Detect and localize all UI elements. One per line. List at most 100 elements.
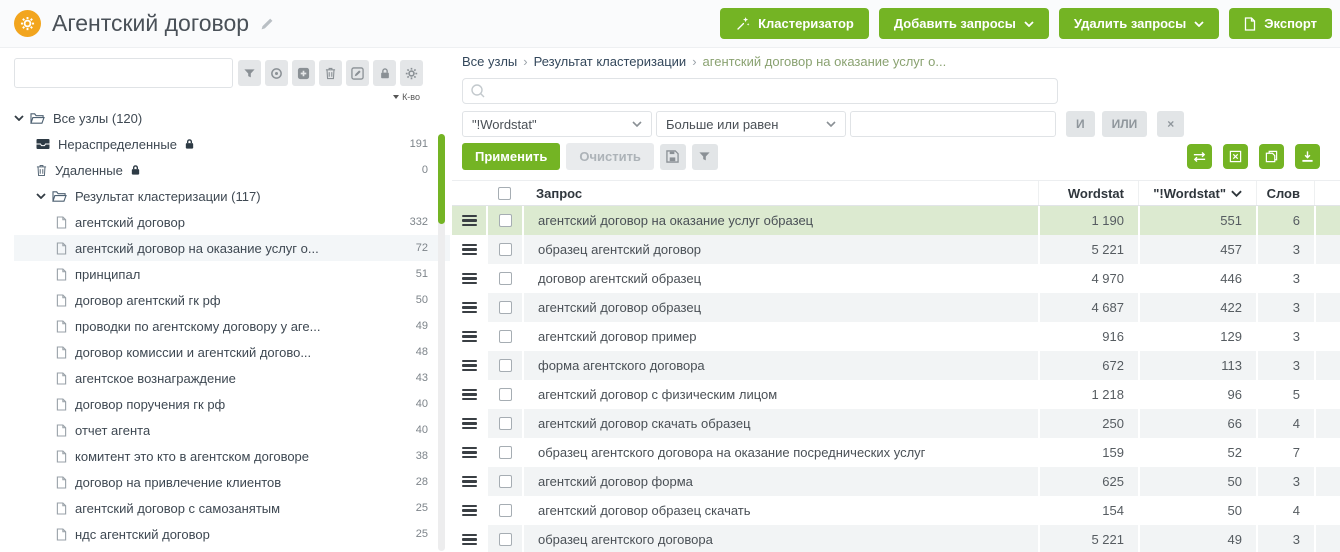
tree-scrollbar-thumb[interactable] xyxy=(438,134,445,224)
apply-button[interactable]: Применить xyxy=(462,143,560,170)
tree-item-count: 191 xyxy=(410,138,428,150)
save-filter-button[interactable] xyxy=(660,144,686,170)
row-checkbox[interactable] xyxy=(499,359,512,372)
drag-handle-icon[interactable] xyxy=(462,476,477,488)
drag-handle-icon[interactable] xyxy=(462,302,477,314)
add-queries-button[interactable]: Добавить запросы xyxy=(879,8,1049,39)
row-checkbox[interactable] xyxy=(499,214,512,227)
drag-handle-icon[interactable] xyxy=(462,389,477,401)
query-row[interactable]: договор агентский образец4 9704463 xyxy=(452,264,1340,293)
caret-down-icon[interactable] xyxy=(14,115,24,121)
file-icon xyxy=(56,242,67,255)
remove-condition-button[interactable]: × xyxy=(1157,111,1184,137)
delete-queries-button[interactable]: Удалить запросы xyxy=(1059,8,1219,39)
tree-item[interactable]: комитент это кто в агентском договоре38 xyxy=(14,443,450,469)
export-button[interactable]: Экспорт xyxy=(1229,8,1332,39)
tree-item[interactable]: Все узлы (120) xyxy=(14,105,450,131)
tree-target-button[interactable] xyxy=(265,60,288,86)
or-condition-button[interactable]: ИЛИ xyxy=(1102,111,1148,137)
wordstat-cell: 5 221 xyxy=(1038,525,1138,552)
column-header-not-wordstat[interactable]: "!Wordstat" xyxy=(1138,181,1256,205)
move-queries-button[interactable] xyxy=(1187,144,1212,169)
row-checkbox[interactable] xyxy=(499,388,512,401)
select-all-checkbox[interactable] xyxy=(498,187,511,200)
query-row[interactable]: агентский договор пример9161293 xyxy=(452,322,1340,351)
row-checkbox[interactable] xyxy=(499,301,512,314)
tree-sort-control[interactable]: К-во xyxy=(14,91,450,103)
drag-handle-icon[interactable] xyxy=(462,331,477,343)
query-row[interactable]: агентский договор с физическим лицом1 21… xyxy=(452,380,1340,409)
filter-operator-select[interactable]: Больше или равен xyxy=(656,111,846,137)
tree-delete-button[interactable] xyxy=(319,60,342,86)
query-search-input[interactable] xyxy=(492,84,1050,99)
row-checkbox[interactable] xyxy=(499,243,512,256)
column-header-query[interactable]: Запрос xyxy=(522,181,1038,205)
column-header-wordstat[interactable]: Wordstat xyxy=(1038,181,1138,205)
tree-item[interactable]: Нераспределенные191 xyxy=(14,131,450,157)
and-condition-button[interactable]: И xyxy=(1066,111,1095,137)
tree-item[interactable]: агентский договор на оказание услуг о...… xyxy=(14,235,450,261)
row-checkbox[interactable] xyxy=(499,330,512,343)
tree-item[interactable]: агентское вознаграждение43 xyxy=(14,365,450,391)
query-row[interactable]: агентский договор форма625503 xyxy=(452,467,1340,496)
tree-item[interactable]: договор комиссии и агентский догово...48 xyxy=(14,339,450,365)
drag-handle-icon[interactable] xyxy=(462,360,477,372)
column-header-words[interactable]: Слов xyxy=(1256,181,1314,205)
group-selection-button[interactable] xyxy=(1223,144,1248,169)
breadcrumb-item[interactable]: Результат кластеризации xyxy=(534,54,687,69)
project-gear-icon[interactable] xyxy=(14,10,41,37)
tree-filter-button[interactable] xyxy=(238,60,261,86)
tree-item[interactable]: договор поручения гк рф40 xyxy=(14,391,450,417)
tree-item[interactable]: ндс агентский договор25 xyxy=(14,521,450,547)
row-checkbox[interactable] xyxy=(499,475,512,488)
query-row[interactable]: агентский договор на оказание услуг обра… xyxy=(452,206,1340,235)
tree-scrollbar[interactable] xyxy=(438,134,445,551)
tree-item-label: договор поручения гк рф xyxy=(75,397,225,412)
tree-search-input[interactable] xyxy=(14,58,233,88)
tree-item[interactable]: проводки по агентскому договору у аге...… xyxy=(14,313,450,339)
row-checkbox[interactable] xyxy=(499,504,512,517)
saved-filters-button[interactable] xyxy=(692,144,718,170)
drag-handle-icon[interactable] xyxy=(462,215,477,227)
filter-value-input[interactable] xyxy=(850,111,1056,137)
tree-item[interactable]: агентский договор с самозанятым25 xyxy=(14,495,450,521)
drag-handle-icon[interactable] xyxy=(462,505,477,517)
query-row[interactable]: агентский договор образец4 6874223 xyxy=(452,293,1340,322)
tree-item[interactable]: Результат кластеризации (117) xyxy=(14,183,450,209)
query-row[interactable]: образец агентского договора на оказание … xyxy=(452,438,1340,467)
drag-handle-icon[interactable] xyxy=(462,447,477,459)
row-checkbox[interactable] xyxy=(499,417,512,430)
not-wordstat-cell: 446 xyxy=(1138,264,1256,293)
row-checkbox[interactable] xyxy=(499,272,512,285)
row-checkbox[interactable] xyxy=(499,533,512,546)
clear-button[interactable]: Очистить xyxy=(566,143,654,170)
query-row[interactable]: форма агентского договора6721133 xyxy=(452,351,1340,380)
tree-add-button[interactable] xyxy=(292,60,315,86)
drag-handle-icon[interactable] xyxy=(462,244,477,256)
download-button[interactable] xyxy=(1295,144,1320,169)
tree-settings-button[interactable] xyxy=(400,60,423,86)
caret-down-icon[interactable] xyxy=(36,193,46,199)
copy-queries-button[interactable] xyxy=(1259,144,1284,169)
tree-lock-button[interactable] xyxy=(373,60,396,86)
clusterizer-button[interactable]: Кластеризатор xyxy=(720,8,869,39)
add-icon xyxy=(297,67,310,80)
query-row[interactable]: агентский договор образец скачать154504 xyxy=(452,496,1340,525)
tree-item[interactable]: Удаленные0 xyxy=(14,157,450,183)
breadcrumb-item[interactable]: Все узлы xyxy=(462,54,517,69)
tree-edit-button[interactable] xyxy=(346,60,369,86)
filter-field-select[interactable]: "!Wordstat" xyxy=(462,111,652,137)
drag-handle-icon[interactable] xyxy=(462,418,477,430)
query-row[interactable]: образец агентский договор5 2214573 xyxy=(452,235,1340,264)
edit-title-pencil-icon[interactable] xyxy=(260,16,275,31)
tree-item[interactable]: отчет агента40 xyxy=(14,417,450,443)
query-row[interactable]: образец агентского договора5 221493 xyxy=(452,525,1340,552)
drag-handle-icon[interactable] xyxy=(462,273,477,285)
tree-item[interactable]: договор на привлечение клиентов28 xyxy=(14,469,450,495)
tree-item[interactable]: агентский договор332 xyxy=(14,209,450,235)
query-row[interactable]: агентский договор скачать образец250664 xyxy=(452,409,1340,438)
tree-item[interactable]: принципал51 xyxy=(14,261,450,287)
tree-item[interactable]: договор агентский гк рф50 xyxy=(14,287,450,313)
drag-handle-icon[interactable] xyxy=(462,534,477,546)
row-checkbox[interactable] xyxy=(499,446,512,459)
